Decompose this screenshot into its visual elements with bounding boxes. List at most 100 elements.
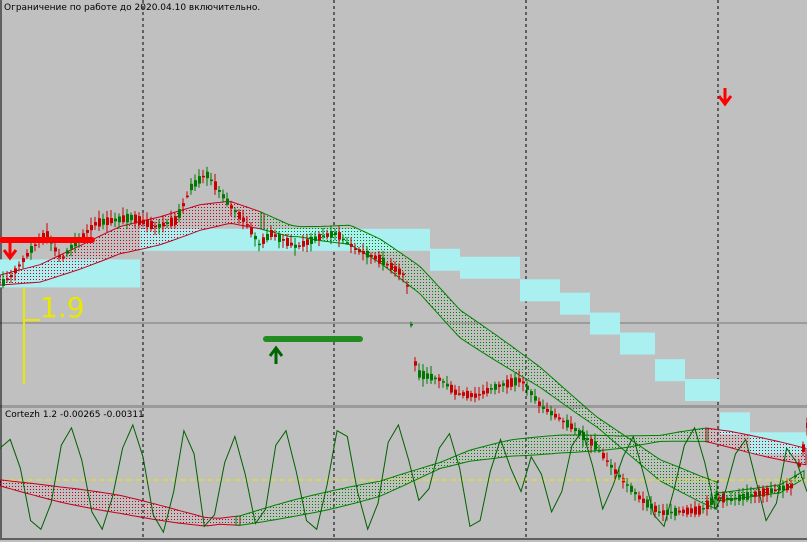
candle <box>418 363 421 381</box>
candle <box>486 381 489 397</box>
cloud-step <box>520 279 560 302</box>
candle <box>530 388 533 403</box>
candle <box>226 192 229 207</box>
candle <box>678 506 681 516</box>
candle <box>698 503 701 517</box>
candle <box>446 375 449 390</box>
candle <box>90 217 93 238</box>
indicator-band-bullish <box>235 427 709 526</box>
candle <box>670 503 673 519</box>
cloud-step <box>620 332 655 355</box>
candle <box>454 384 457 400</box>
level-lines <box>0 237 363 342</box>
candle <box>210 172 213 186</box>
candle <box>438 374 441 389</box>
candle <box>770 481 773 498</box>
candle <box>534 388 537 404</box>
license-notice: Ограничение по работе до 2020.04.10 вклю… <box>4 3 261 13</box>
candle <box>114 212 117 228</box>
candle <box>690 503 693 518</box>
indicator-title: Cortezh 1.2 -0.00265 -0.00311 <box>5 410 144 420</box>
candle <box>686 505 689 518</box>
candle <box>510 374 513 391</box>
trading-terminal: 1.9 Ограничение по работе до 2020.04.10 … <box>0 0 807 542</box>
price-chart[interactable]: 1.9 <box>0 0 807 542</box>
candle <box>570 416 573 433</box>
candle <box>702 504 705 514</box>
candle <box>694 500 697 518</box>
candle <box>98 210 101 231</box>
candle <box>222 189 225 203</box>
panel-separator <box>0 405 807 408</box>
candle <box>102 213 105 230</box>
candle <box>610 458 613 476</box>
candle <box>194 174 197 192</box>
candle <box>458 385 461 396</box>
candle <box>646 495 649 512</box>
candle <box>206 166 209 186</box>
candle <box>442 378 445 388</box>
candle <box>658 504 661 517</box>
candle <box>766 485 769 503</box>
cloud-step <box>685 379 720 402</box>
candle <box>474 386 477 403</box>
candle <box>466 387 469 401</box>
candle <box>478 387 481 401</box>
candle <box>634 488 637 501</box>
candle <box>94 216 97 230</box>
candle <box>186 191 189 199</box>
candle <box>218 185 221 199</box>
candle <box>214 173 217 195</box>
candle <box>746 484 749 503</box>
candle <box>414 356 417 372</box>
candle <box>494 381 497 395</box>
candle <box>622 473 625 489</box>
candle <box>674 505 677 521</box>
candle <box>630 482 633 495</box>
candle <box>426 367 429 384</box>
indicator-value-1: -0.00265 <box>60 410 101 420</box>
candle <box>642 491 645 511</box>
candle <box>450 381 453 395</box>
candle <box>558 413 561 422</box>
indicator-band-bearish <box>0 479 241 527</box>
candle <box>86 224 89 240</box>
candle <box>638 491 641 503</box>
candle <box>566 414 569 431</box>
candle <box>54 243 57 257</box>
candle <box>498 381 501 394</box>
candle <box>682 506 685 517</box>
indicator-name: Cortezh 1.2 <box>5 410 58 420</box>
marker-label: 1.9 <box>40 291 85 324</box>
candle <box>122 207 125 225</box>
candle <box>470 390 473 402</box>
candle <box>110 210 113 226</box>
candle <box>562 417 565 430</box>
candle <box>26 249 29 259</box>
candle <box>434 375 437 385</box>
candle <box>190 178 193 195</box>
indicator-value-2: -0.00311 <box>103 410 144 420</box>
candle <box>606 452 609 467</box>
candle <box>554 408 557 420</box>
candle <box>106 210 109 233</box>
candle <box>30 242 33 260</box>
arrow-down-2 <box>717 88 733 107</box>
trade-marker: 1.9 <box>23 288 85 384</box>
candle <box>502 380 505 392</box>
cloud-step <box>590 312 620 335</box>
cloud-step <box>460 256 520 279</box>
candle <box>574 422 577 436</box>
candle <box>662 503 665 522</box>
candle <box>490 383 493 394</box>
candle <box>538 397 541 414</box>
band-bullish <box>260 211 718 510</box>
candle <box>546 402 549 415</box>
candle <box>430 366 433 384</box>
candle <box>198 169 201 188</box>
arrow-down-0 <box>2 242 18 261</box>
cloud-step <box>430 248 460 271</box>
candle <box>462 390 465 399</box>
cloud-step <box>655 359 685 382</box>
candle <box>514 372 517 392</box>
